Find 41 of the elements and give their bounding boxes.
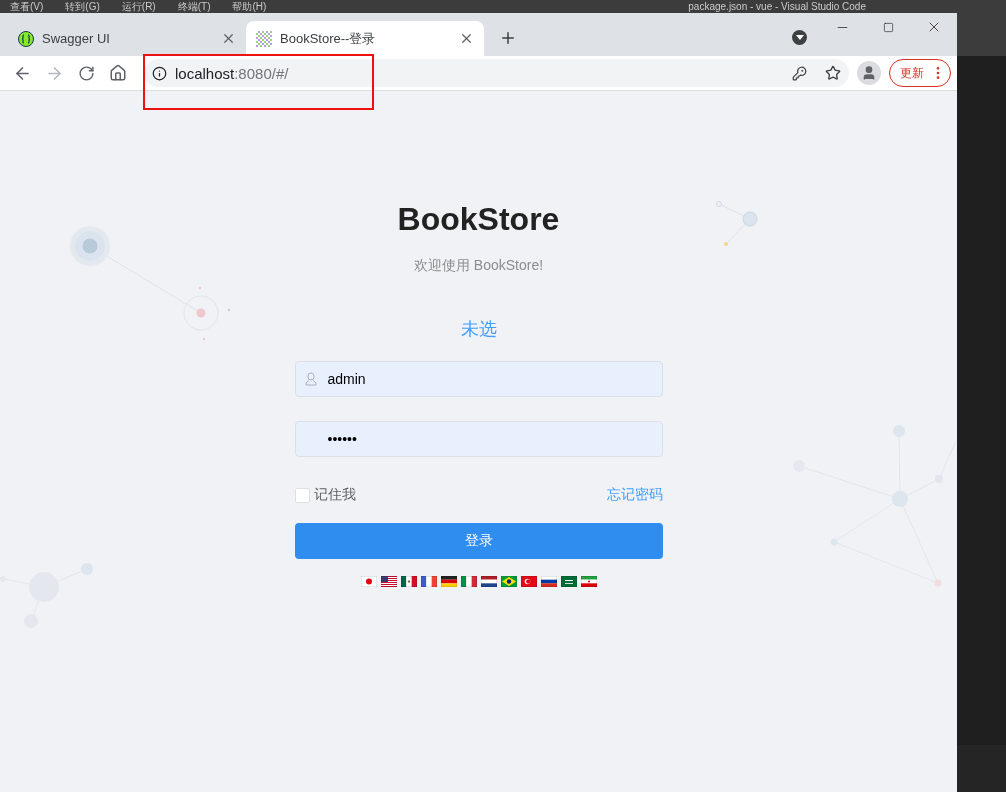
pattern-icon — [256, 30, 272, 47]
star-icon[interactable] — [825, 65, 841, 81]
url-text[interactable]: localhost:8080/#/ — [175, 64, 784, 82]
network-drawing — [716, 201, 758, 246]
flag-icon[interactable] — [560, 576, 577, 587]
flag-icon[interactable] — [420, 576, 437, 587]
flag-icon[interactable] — [580, 576, 597, 587]
avatar-icon[interactable] — [857, 61, 881, 85]
update-button[interactable]: 更新 — [889, 59, 951, 87]
username-field[interactable]: admin — [294, 361, 663, 397]
window-title: package.json - vue - Visual Studio Code — [688, 0, 866, 13]
menu-item[interactable]: 终端(T) — [177, 0, 211, 13]
browser-tab[interactable]: BookStore--登录 — [246, 21, 484, 56]
subtitle: 欢迎使用 BookStore! — [413, 257, 544, 275]
user-icon — [304, 372, 317, 386]
menu-item[interactable]: 转到(G) — [65, 0, 100, 13]
close-icon[interactable] — [221, 31, 236, 46]
menu-item[interactable]: 查看(V) — [10, 0, 44, 13]
flag-icon[interactable] — [480, 576, 497, 587]
key-icon[interactable] — [792, 65, 807, 81]
menu-item[interactable]: 帮助(H) — [232, 0, 267, 13]
curly-braces-icon — [18, 30, 34, 47]
flag-icon[interactable] — [380, 576, 397, 587]
flag-icon[interactable] — [460, 576, 477, 587]
menu-item[interactable]: 运行(R) — [121, 0, 156, 13]
password-field[interactable]: •••••• — [294, 421, 663, 457]
flag-icon[interactable] — [500, 576, 517, 587]
info-icon[interactable] — [152, 65, 167, 81]
tab-title: Swagger UI — [42, 31, 111, 46]
browser-tab[interactable]: Swagger UI — [8, 21, 246, 56]
close-icon[interactable] — [459, 31, 474, 46]
flag-icon[interactable] — [440, 576, 457, 587]
checkbox[interactable] — [294, 487, 310, 503]
caret-icon[interactable] — [792, 30, 807, 45]
flag-icon[interactable] — [400, 576, 417, 587]
app-title: BookStore — [397, 200, 560, 239]
flag-icon[interactable] — [540, 576, 557, 587]
checkbox-label: 记住我 — [313, 486, 356, 504]
status-panel — [957, 745, 1006, 792]
tab-title: BookStore--登录 — [280, 29, 377, 48]
address-field[interactable]: localhost:8080/#/ — [144, 59, 849, 87]
